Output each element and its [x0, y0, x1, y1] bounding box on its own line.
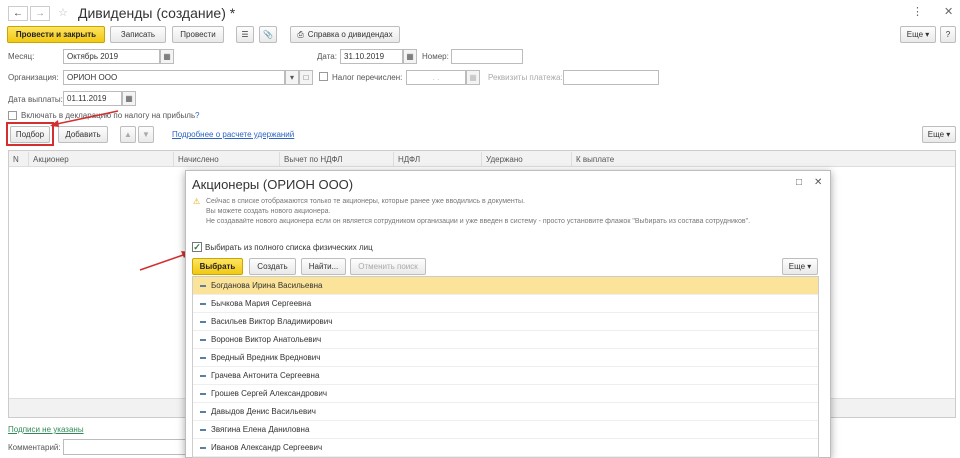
list-item[interactable]: Вредный Вредник Вреднович [193, 349, 818, 367]
person-icon [200, 356, 206, 359]
list-item-label: Бычкова Мария Сергеевна [211, 299, 312, 308]
full-list-checkbox[interactable]: ✓ [192, 242, 202, 252]
list-item[interactable]: Иванов Александр Сергеевич [193, 439, 818, 457]
person-icon [200, 374, 206, 377]
person-icon [200, 428, 206, 431]
dialog-info-line2: Вы можете создать нового акционера. [206, 208, 331, 215]
arrow-to-select-button [51, 110, 119, 126]
list-item-label: Воронов Виктор Анатольевич [211, 335, 322, 344]
list-item[interactable]: Звягина Елена Даниловна [193, 421, 818, 439]
full-list-label: Выбирать из полного списка физических ли… [205, 243, 373, 252]
list-item-label: Богданова Ирина Васильевна [211, 281, 323, 290]
list-item[interactable]: Васильев Виктор Владимирович [193, 313, 818, 331]
list-item[interactable]: Бычкова Мария Сергеевна [193, 295, 818, 313]
dialog-info-line3: Не создавайте нового акционера если он я… [206, 218, 751, 225]
arrow-to-checkbox [139, 253, 187, 271]
list-item[interactable]: Богданова Ирина Васильевна [193, 277, 818, 295]
list-item-label: Вредный Вредник Вреднович [211, 353, 321, 362]
dialog-cancel-search-button[interactable]: Отменить поиск [350, 258, 426, 275]
list-item-label: Грачева Антонита Сергеевна [211, 371, 320, 380]
dialog-info-line1: Сейчас в списке отображаются только те а… [206, 198, 525, 205]
dialog-create-button[interactable]: Создать [249, 258, 296, 275]
person-icon [200, 284, 206, 287]
list-item-label: Грошев Сергей Александрович [211, 389, 328, 398]
person-icon [200, 392, 206, 395]
person-icon [200, 302, 206, 305]
person-icon [200, 446, 206, 449]
dialog-find-button[interactable]: Найти... [301, 258, 346, 275]
dialog-close-icon[interactable]: ✕ [814, 177, 822, 188]
list-item-label: Звягина Елена Даниловна [211, 425, 310, 434]
list-item[interactable]: Воронов Виктор Анатольевич [193, 331, 818, 349]
list-item[interactable]: Грошев Сергей Александрович [193, 385, 818, 403]
list-item-label: Давыдов Денис Васильевич [211, 407, 316, 416]
person-icon [200, 338, 206, 341]
dialog-select-button[interactable]: Выбрать [192, 258, 243, 275]
dialog-title: Акционеры (ОРИОН ООО) [192, 177, 354, 192]
list-item-label: Иванов Александр Сергеевич [211, 443, 323, 452]
person-icon [200, 410, 206, 413]
dialog-more-label: Еще [788, 262, 806, 271]
arrow-head-select [50, 120, 59, 127]
list-item-label: Васильев Виктор Владимирович [211, 317, 333, 326]
person-icon [200, 320, 206, 323]
dialog-more-button[interactable]: Еще ▾ [782, 258, 818, 275]
list-item[interactable]: Давыдов Денис Васильевич [193, 403, 818, 421]
list-item[interactable]: Грачева Антонита Сергеевна [193, 367, 818, 385]
dialog-maximize-icon[interactable]: □ [796, 177, 802, 188]
warning-icon: ⚠ [193, 197, 201, 206]
